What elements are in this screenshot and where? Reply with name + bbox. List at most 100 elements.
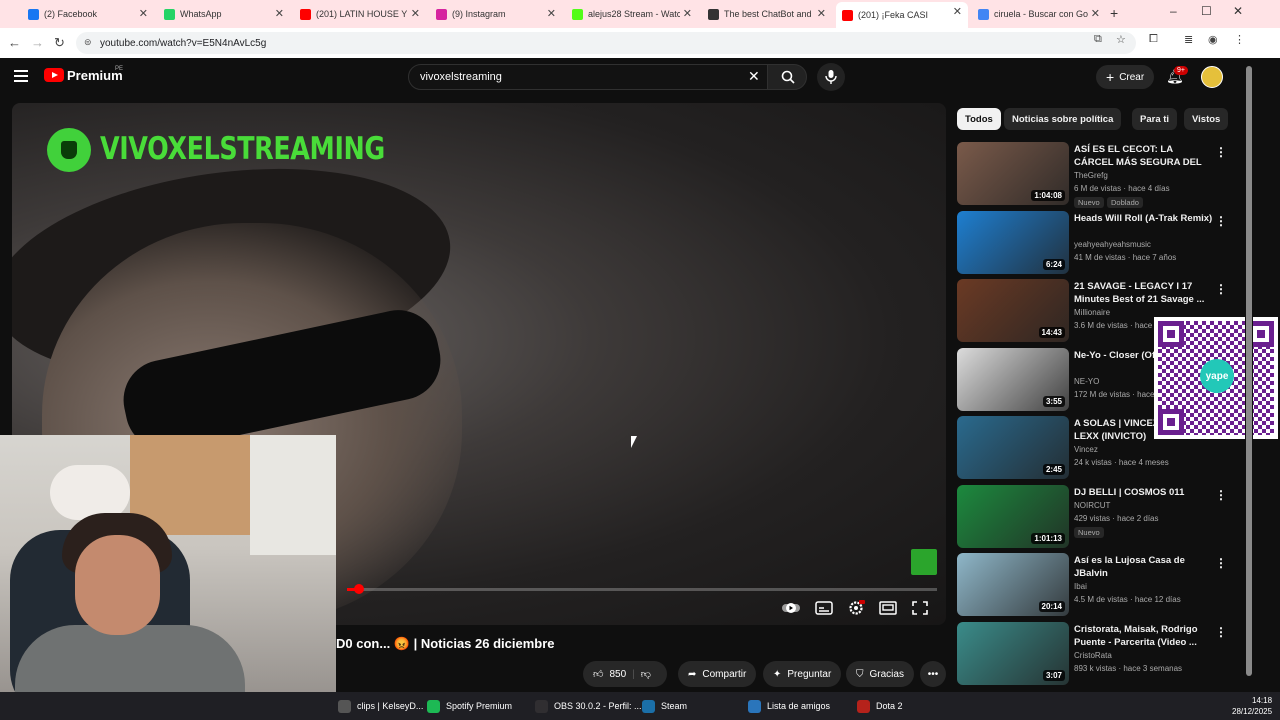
share-button[interactable]: ➦ Compartir <box>678 661 757 687</box>
filter-chip[interactable]: Para ti <box>1132 108 1178 130</box>
related-video-item[interactable]: 20:14 Así es la Lujosa Casa de JBalvin Iba… <box>957 553 1232 617</box>
taskbar-app[interactable]: clips | KelseyD... <box>338 698 423 714</box>
subtitles-icon[interactable] <box>815 600 833 616</box>
filter-chip[interactable]: Noticias sobre política <box>1004 108 1122 130</box>
video-thumbnail[interactable]: 14:43 <box>957 279 1069 342</box>
more-vertical-icon[interactable]: ⋮ <box>1215 488 1227 502</box>
related-video-title[interactable]: 21 SAVAGE - LEGACY I 17 Minutes Best of … <box>1074 280 1214 306</box>
reload-icon[interactable]: ↻ <box>54 35 65 51</box>
close-tab-icon[interactable]: ✕ <box>683 7 692 20</box>
video-thumbnail[interactable]: 2:45 <box>957 416 1069 479</box>
browser-tab[interactable]: (9) Instagram ✕ <box>430 4 562 24</box>
related-video-item[interactable]: 6:24 Heads Will Roll (A-Trak Remix) yeahye… <box>957 210 1232 275</box>
system-clock[interactable]: 14:18 28/12/2025 <box>1232 695 1272 717</box>
extensions-icon[interactable]: ⧠ <box>1149 33 1158 46</box>
maximize-window-icon[interactable]: ☐ <box>1201 4 1212 18</box>
related-video-channel[interactable]: NE-YO <box>1074 377 1099 386</box>
new-tab-icon[interactable]: + <box>1110 5 1118 21</box>
video-thumbnail[interactable]: 3:55 <box>957 347 1069 411</box>
browser-tab[interactable]: (201) ¡Feka CASI ✕ <box>836 2 968 28</box>
forward-icon[interactable]: → <box>31 35 44 50</box>
more-vertical-icon[interactable]: ⋮ <box>1215 145 1227 159</box>
scrollbar-thumb[interactable] <box>1246 66 1252 676</box>
related-video-title[interactable]: ASÍ ES EL CECOT: LA CÁRCEL MÁS SEGURA DE… <box>1074 143 1214 170</box>
close-tab-icon[interactable]: ✕ <box>275 7 284 20</box>
related-video-item[interactable]: 3:07 Cristorata, Maisak, Rodrigo Puente -… <box>957 621 1232 686</box>
settings-gear-icon[interactable] <box>847 600 865 616</box>
voice-search-button[interactable] <box>817 63 845 91</box>
related-video-channel[interactable]: yeahyeahyeahsmusic <box>1074 240 1151 249</box>
hamburger-menu-icon[interactable] <box>14 70 28 82</box>
media-control-icon[interactable]: ≣ <box>1184 33 1193 46</box>
video-thumbnail[interactable]: 6:24 <box>957 210 1069 274</box>
browser-tab[interactable]: (201) LATIN HOUSE Y TE✕ <box>294 4 426 24</box>
like-icon[interactable]: 👍︎ <box>593 668 603 680</box>
thanks-button[interactable]: ⛉ Gracias <box>846 661 914 687</box>
minimize-window-icon[interactable]: – <box>1170 4 1177 18</box>
related-video-title[interactable]: DJ BELLI | COSMOS 011 <box>1074 486 1214 499</box>
filter-chip[interactable]: Todos <box>957 108 1001 130</box>
related-video-item[interactable]: 1:01:13 DJ BELLI | COSMOS 011 NOIRCUT 429 v… <box>957 484 1232 549</box>
progress-bar[interactable] <box>347 584 937 594</box>
taskbar-app[interactable]: OBS 30.0.2 - Perfil: ... <box>535 698 642 714</box>
dislike-icon[interactable]: 👎︎ <box>641 668 651 680</box>
back-icon[interactable]: ← <box>8 35 21 50</box>
related-video-channel[interactable]: Vincez <box>1074 445 1098 454</box>
close-tab-icon[interactable]: ✕ <box>953 5 962 18</box>
address-bar[interactable]: ⊜ youtube.com/watch?v=E5N4nAvLc5g <box>76 32 1136 54</box>
video-thumbnail[interactable]: 1:04:08 <box>957 142 1069 205</box>
page-scrollbar[interactable] <box>1245 58 1253 690</box>
browser-tab[interactable]: (2) Facebook ✕ <box>22 4 154 24</box>
fullscreen-icon[interactable] <box>911 600 929 616</box>
profile-icon[interactable]: ◉ <box>1208 33 1218 46</box>
related-video-title[interactable]: Así es la Lujosa Casa de JBalvin <box>1074 554 1214 580</box>
more-vertical-icon[interactable]: ⋮ <box>1215 625 1227 639</box>
search-input[interactable]: vivoxelstreaming <box>408 64 768 90</box>
autoplay-toggle[interactable] <box>782 600 800 616</box>
related-video-channel[interactable]: Millionaire <box>1074 308 1110 317</box>
site-info-icon[interactable]: ⊜ <box>84 37 92 48</box>
related-video-channel[interactable]: TheGrefg <box>1074 171 1108 180</box>
video-thumbnail[interactable]: 1:01:13 <box>957 484 1069 548</box>
chrome-menu-icon[interactable]: ⋮ <box>1234 33 1245 46</box>
browser-tab[interactable]: The best ChatBot and W ✕ <box>702 4 832 24</box>
browser-tab[interactable]: ciruela - Buscar con Goo ✕ <box>972 4 1106 24</box>
create-button[interactable]: + Crear <box>1096 65 1155 89</box>
account-avatar[interactable] <box>1201 66 1223 88</box>
close-tab-icon[interactable]: ✕ <box>411 7 420 20</box>
close-tab-icon[interactable]: ✕ <box>1091 7 1100 20</box>
more-vertical-icon[interactable]: ⋮ <box>1215 556 1227 570</box>
search-button[interactable] <box>767 64 807 90</box>
channel-watermark-icon[interactable] <box>911 549 937 575</box>
browser-tab[interactable]: alejus28 Stream - Watch ✕ <box>566 4 698 24</box>
video-thumbnail[interactable]: 20:14 <box>957 553 1069 616</box>
close-tab-icon[interactable]: ✕ <box>547 7 556 20</box>
close-tab-icon[interactable]: ✕ <box>817 7 826 20</box>
taskbar-app[interactable]: Steam <box>642 698 687 714</box>
taskbar-app[interactable]: Dota 2 <box>857 698 903 714</box>
taskbar-app[interactable]: Spotify Premium <box>427 698 512 714</box>
miniplayer-icon[interactable] <box>879 600 897 616</box>
more-vertical-icon[interactable]: ⋮ <box>1215 282 1227 296</box>
browser-tab[interactable]: WhatsApp ✕ <box>158 4 290 24</box>
close-tab-icon[interactable]: ✕ <box>139 7 148 20</box>
related-video-channel[interactable]: CristoRata <box>1074 651 1112 660</box>
related-video-item[interactable]: 1:04:08 ASÍ ES EL CECOT: LA CÁRCEL MÁS SE… <box>957 142 1232 208</box>
install-app-icon[interactable]: ⧉ <box>1094 33 1102 46</box>
related-video-title[interactable]: Heads Will Roll (A-Trak Remix) <box>1074 212 1214 225</box>
video-thumbnail[interactable]: 3:07 <box>957 621 1069 685</box>
more-actions-button[interactable]: ••• <box>920 661 946 687</box>
close-window-icon[interactable]: ✕ <box>1233 4 1243 18</box>
clear-search-icon[interactable]: ✕ <box>748 68 760 85</box>
related-video-channel[interactable]: Ibai <box>1074 582 1087 591</box>
bookmark-star-icon[interactable]: ☆ <box>1116 33 1126 46</box>
related-video-channel[interactable]: NOIRCUT <box>1074 501 1110 510</box>
more-vertical-icon[interactable]: ⋮ <box>1215 214 1227 228</box>
taskbar-app[interactable]: Lista de amigos <box>748 698 830 714</box>
progress-scrubber[interactable] <box>353 584 364 594</box>
filter-chip[interactable]: Vistos <box>1184 108 1229 130</box>
ask-button[interactable]: ✦ Preguntar <box>763 661 842 687</box>
related-video-title[interactable]: Cristorata, Maisak, Rodrigo Puente - Par… <box>1074 623 1214 649</box>
youtube-logo-icon[interactable] <box>44 68 64 82</box>
like-count[interactable]: 850 <box>609 669 626 680</box>
